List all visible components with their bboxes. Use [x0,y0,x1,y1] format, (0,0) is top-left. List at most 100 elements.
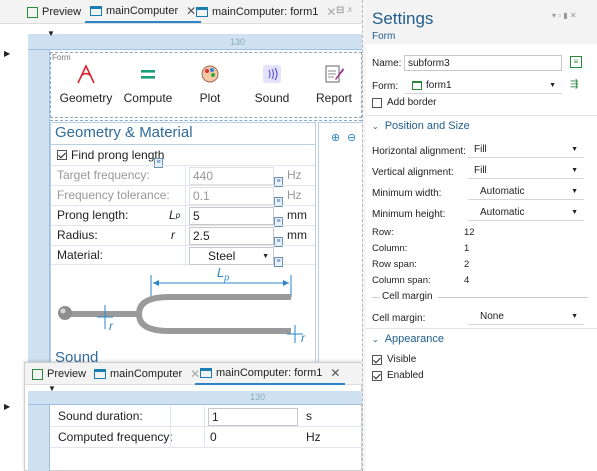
preview-icon [27,6,38,18]
window-icon [412,80,422,90]
tab-main-computer-form1[interactable]: mainComputer: form1 ✕ [191,1,341,23]
form-select[interactable]: form1 ▼ [404,77,562,94]
add-border-checkbox[interactable]: Add border [372,97,436,108]
enabled-checkbox[interactable]: Enabled [372,370,424,381]
tab-main-computer-form1[interactable]: mainComputer: form1 ✕ [195,363,346,385]
geometry-button[interactable]: Geometry [59,63,113,105]
col-marker-icon: ▼ [47,29,55,38]
row-target-frequency: Target frequency: 440 ≡ Hz [51,165,315,187]
sound-duration-input[interactable]: 1 [208,408,298,426]
cell-margin-group-line [372,297,380,298]
row-symbol: r [171,228,175,242]
tab-list-icon[interactable]: ⊟ ⩡ [336,5,353,16]
row-label: Radius: [57,228,98,242]
window-icon [94,369,106,379]
chevron-down-icon: ▼ [262,252,269,260]
rename-icon[interactable]: ≡ [570,56,582,68]
section-title: Geometry & Material [55,124,193,141]
cell-margin-select[interactable]: None ▼ [468,308,584,325]
row-label: Computed frequency: [58,430,173,444]
row-unit: Hz [287,168,302,182]
zoom-in-icon[interactable]: ⊕ [331,131,340,144]
row-divider [185,186,186,206]
row-sound-duration: Sound duration: 1 s [50,406,362,427]
checkbox-icon [372,370,382,381]
settings-title: Settings [372,9,434,28]
chevron-down-icon: ▼ [571,312,578,320]
row-span-value: 2 [464,259,470,270]
row-label: Prong length: [57,208,129,222]
chevron-down-icon: ▼ [571,166,578,174]
form-label: Form [52,53,71,62]
spin-icon[interactable]: ≡ [274,257,283,267]
visible-checkbox[interactable]: Visible [372,354,416,365]
grid-left-column [28,50,50,364]
h-align-select[interactable]: Fill ▼ [468,141,584,158]
go-to-source-icon[interactable]: ⇶ [570,79,578,90]
row-unit: mm [287,208,307,222]
window-icon [90,6,102,16]
tab-main-computer[interactable]: mainComputer ✕ [85,1,202,23]
frequency-tolerance-input[interactable]: 0.1 [189,187,274,205]
target-frequency-input[interactable]: 440 [189,167,274,185]
grid-header-row [28,34,362,50]
prong-length-input[interactable]: 5 [189,207,274,225]
checkbox-icon [57,150,67,160]
form-label: Form: [372,81,399,92]
tab-preview[interactable]: Preview [22,1,86,23]
window-icon [200,368,212,378]
row-label: Material: [57,248,104,262]
cell-margin-label: Cell margin: [372,313,426,324]
ruler-130: 130 [230,37,246,47]
preview-icon [32,368,43,380]
radius-label-right: r [301,331,305,345]
top-tab-strip: Preview mainComputer ✕ mainComputer: for… [0,0,362,24]
row-material: Material: Steel ▼ ≡ [51,245,315,267]
radius-input[interactable]: 2.5 [189,227,274,245]
tab-main-computer[interactable]: mainComputer ✕ [89,363,205,385]
section-position-size[interactable]: ⌄ Position and Size [372,120,470,132]
name-input[interactable]: subform3 [404,55,562,71]
chevron-down-icon: ▼ [549,81,556,89]
close-icon[interactable]: ✕ [330,366,340,380]
computed-frequency-value: 0 [210,430,217,444]
row-symbol: Lp [169,208,181,222]
section-appearance[interactable]: ⌄ Appearance [372,333,444,345]
row-span-label: Row span: [372,259,417,270]
section-title-underline [51,144,315,145]
close-icon[interactable]: ✕ [326,5,336,19]
plot-icon [201,65,219,83]
panel-menu-icon[interactable]: ▾ ▫ ▮ ✕ [552,11,577,20]
row-radius: Radius: r 2.5 ≡ mm [51,225,315,247]
report-button[interactable]: Report [307,63,361,105]
row-label: Sound duration: [58,409,143,423]
bottom-tab-strip: Preview mainComputer ✕ mainComputer: for… [25,363,363,385]
column-span-value: 4 [464,275,470,286]
sound-button[interactable]: Sound [245,63,299,105]
row-frequency-tolerance: Frequency tolerance: 0.1 ≡ Hz [51,185,315,207]
find-prong-length-checkbox[interactable]: Find prong length [57,148,164,162]
material-select[interactable]: Steel ▼ [189,247,274,265]
min-width-select[interactable]: Automatic ▼ [468,183,584,200]
chevron-down-icon: ⌄ [372,121,379,131]
min-height-select[interactable]: Automatic ▼ [468,204,584,221]
v-align-select[interactable]: Fill ▼ [468,162,584,179]
geometry-icon [77,64,95,84]
cell-margin-group-line [438,297,588,298]
column-label: Column: [372,243,408,254]
bottom-grid-left-column [28,405,50,471]
window-icon [196,7,208,17]
row-label: Frequency tolerance: [57,188,170,202]
tab-preview[interactable]: Preview [27,363,91,385]
zoom-out-icon[interactable]: ⊖ [347,131,356,144]
settings-subtitle: Form [372,31,396,42]
v-align-label: Vertical alignment: [372,167,454,178]
chevron-down-icon: ▼ [571,187,578,195]
row-prong-length: Prong length: Lp 5 ≡ mm [51,205,315,227]
row-divider [204,427,205,448]
bottom-ruler-130: 130 [250,392,266,402]
plot-button[interactable]: Plot [183,63,237,105]
compute-button[interactable]: Compute [121,63,175,105]
sound-icon [263,65,281,83]
row-unit: Hz [287,188,302,202]
